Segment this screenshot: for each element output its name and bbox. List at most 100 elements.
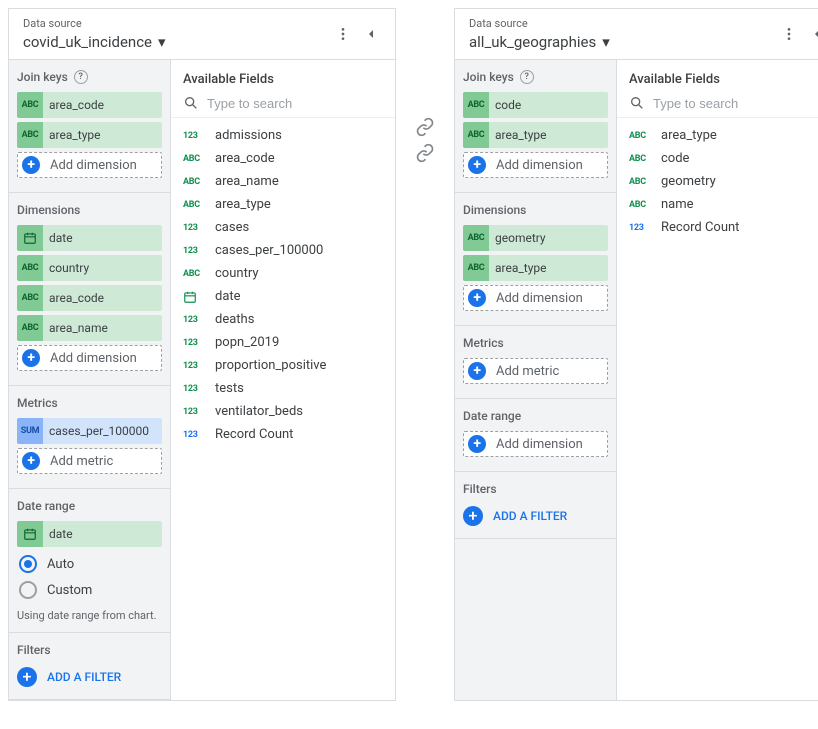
field-label: admissions <box>215 128 282 143</box>
field-row[interactable]: 123tests <box>175 377 391 400</box>
section-title: Metrics <box>463 336 608 350</box>
dimension-chip[interactable]: ABCarea_name <box>17 315 162 341</box>
type-badge: ABC <box>629 177 653 187</box>
dimension-chip[interactable]: ABCcode <box>463 92 608 118</box>
available-fields-column: Available Fields 123 admissions ABCarea_co… <box>171 60 395 700</box>
metric-chip[interactable]: SUMcases_per_100000 <box>17 418 162 444</box>
available-fields-title: Available Fields <box>171 60 395 95</box>
field-row[interactable]: ABCarea_code <box>175 147 391 170</box>
type-badge: ABC <box>463 92 489 118</box>
type-badge: 123 <box>183 384 207 394</box>
section-title: Join keys ? <box>17 70 162 84</box>
field-row[interactable]: 123cases <box>175 216 391 239</box>
type-badge: ABC <box>463 122 489 148</box>
add-dimension-button[interactable]: + Add dimension <box>463 152 608 178</box>
add-dimension-button[interactable]: + Add dimension <box>17 152 162 178</box>
join-keys-section: Join keys ? ABCarea_code ABCarea_type + A… <box>9 60 170 193</box>
more-icon[interactable] <box>329 20 357 48</box>
field-label: Record Count <box>215 427 293 442</box>
dimension-chip[interactable]: ABCarea_code <box>17 285 162 311</box>
dimension-chip[interactable]: ABCcountry <box>17 255 162 281</box>
type-badge: 123 <box>183 131 207 141</box>
date-range-note: Using date range from chart. <box>17 609 162 622</box>
field-row[interactable]: ABCarea_name <box>175 170 391 193</box>
dimension-chip[interactable]: ABCarea_type <box>463 255 608 281</box>
type-badge: ABC <box>629 200 653 210</box>
add-dimension-button[interactable]: + Add dimension <box>463 285 608 311</box>
add-filter-button[interactable]: + ADD A FILTER <box>17 665 162 689</box>
chip-label: geometry <box>489 231 602 245</box>
type-badge: ABC <box>463 255 489 281</box>
field-label: Record Count <box>661 220 739 235</box>
type-badge <box>17 225 43 251</box>
field-row[interactable]: 123ventilator_beds <box>175 400 391 423</box>
dimension-chip[interactable]: ABCgeometry <box>463 225 608 251</box>
data-source-dropdown[interactable]: covid_uk_incidence ▾ <box>23 33 329 51</box>
type-badge: ABC <box>17 255 43 281</box>
field-row[interactable]: ABCcountry <box>175 262 391 285</box>
date-range-auto-radio[interactable]: Auto <box>17 551 162 577</box>
type-badge: ABC <box>17 315 43 341</box>
field-label: name <box>661 197 694 212</box>
field-label: area_type <box>215 197 271 212</box>
field-row[interactable]: 123 Record Count <box>175 423 391 446</box>
data-source-panel-left: Data source covid_uk_incidence ▾ Join ke… <box>8 8 396 701</box>
join-keys-section: Join keys ? ABCcodeABCarea_type + Add di… <box>455 60 616 193</box>
data-source-dropdown[interactable]: all_uk_geographies ▾ <box>469 33 775 51</box>
field-row[interactable]: date <box>175 285 391 308</box>
type-badge: SUM <box>17 418 43 444</box>
search-input[interactable] <box>207 96 383 111</box>
data-source-label: Data source <box>23 17 329 31</box>
field-row[interactable]: 123cases_per_100000 <box>175 239 391 262</box>
search-input[interactable] <box>653 96 818 111</box>
type-badge: 123 <box>183 407 207 417</box>
help-icon[interactable]: ? <box>74 70 88 84</box>
field-row[interactable]: 123popn_2019 <box>175 331 391 354</box>
field-row[interactable]: 123 admissions <box>175 124 391 147</box>
type-badge: ABC <box>629 154 653 164</box>
chip-label: code <box>489 98 602 112</box>
add-metric-button[interactable]: + Add metric <box>463 358 608 384</box>
field-label: area_type <box>661 128 717 143</box>
more-icon[interactable] <box>775 20 803 48</box>
section-title: Filters <box>17 643 162 657</box>
chip-label: area_type <box>489 128 602 142</box>
dimension-chip[interactable]: ABCarea_code <box>17 92 162 118</box>
field-row[interactable]: ABCcode <box>621 147 818 170</box>
field-row[interactable]: ABC name <box>621 193 818 216</box>
field-row[interactable]: 123Record Count <box>621 216 818 239</box>
help-icon[interactable]: ? <box>520 70 534 84</box>
config-column: Join keys ? ABCarea_codeABCarea_type + A… <box>9 60 171 700</box>
collapse-icon[interactable] <box>357 20 385 48</box>
dimensions-section: Dimensions dateABCcountryABCarea_codeABC… <box>9 193 170 386</box>
add-metric-button[interactable]: + Add metric <box>17 448 162 474</box>
field-row[interactable]: 123deaths <box>175 308 391 331</box>
date-range-section: Date range date Auto Custom Using date r… <box>9 489 170 633</box>
dimension-chip[interactable]: date <box>17 225 162 251</box>
dimension-chip[interactable]: ABCarea_type <box>17 122 162 148</box>
add-filter-button[interactable]: + ADD A FILTER <box>463 504 608 528</box>
field-row[interactable]: 123proportion_positive <box>175 354 391 377</box>
data-source-name: all_uk_geographies <box>469 33 596 51</box>
join-connector-column <box>414 8 436 701</box>
field-row[interactable]: ABCgeometry <box>621 170 818 193</box>
section-title: Date range <box>17 499 162 513</box>
type-badge: ABC <box>17 122 43 148</box>
dimension-chip[interactable]: ABCarea_type <box>463 122 608 148</box>
chip-label: area_code <box>43 291 156 305</box>
add-dimension-button[interactable]: + Add dimension <box>17 345 162 371</box>
chip-label: area_code <box>43 98 156 112</box>
field-label: date <box>215 289 241 304</box>
collapse-icon[interactable] <box>803 20 818 48</box>
type-badge: 123 <box>183 430 207 440</box>
section-title: Dimensions <box>463 203 608 217</box>
date-range-custom-radio[interactable]: Custom <box>17 577 162 603</box>
link-icon[interactable] <box>414 116 436 138</box>
field-row[interactable]: ABCarea_type <box>621 124 818 147</box>
field-row[interactable]: ABCarea_type <box>175 193 391 216</box>
section-title: Date range <box>463 409 608 423</box>
add-dimension-button[interactable]: + Add dimension <box>463 431 608 457</box>
field-label: country <box>215 266 259 281</box>
date-range-chip[interactable]: date <box>17 521 162 547</box>
link-icon[interactable] <box>414 142 436 164</box>
